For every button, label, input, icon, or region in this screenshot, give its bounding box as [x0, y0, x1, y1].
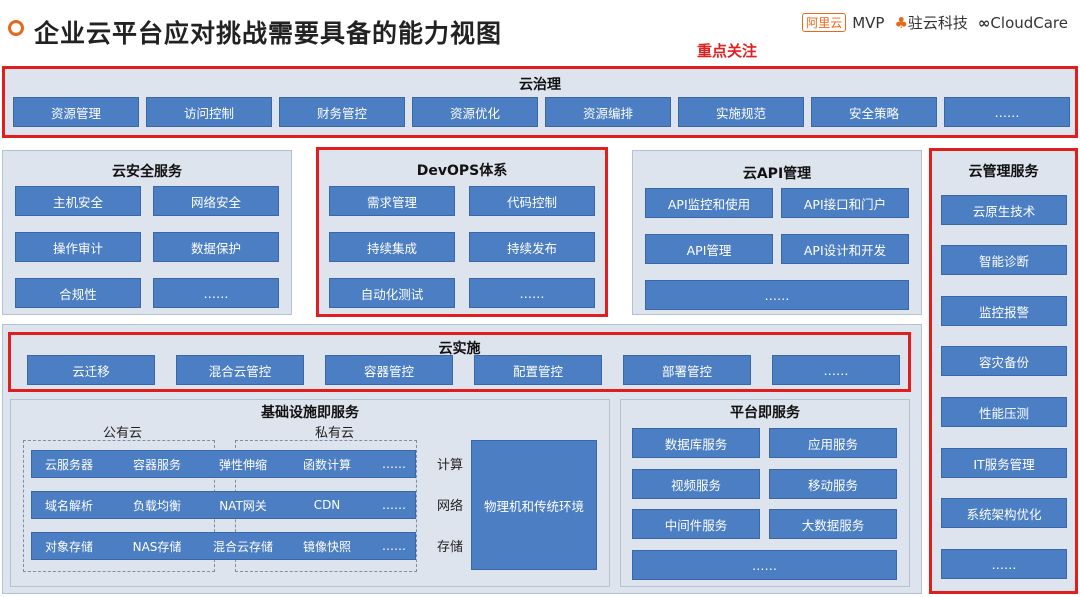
- iaas-item[interactable]: CDN: [282, 492, 372, 518]
- paas-item[interactable]: 大数据服务: [769, 509, 897, 539]
- compute-row: 云服务器 容器服务 弹性伸缩 函数计算 ……: [31, 450, 416, 478]
- api-title: 云API管理: [742, 166, 812, 182]
- devops-item[interactable]: 需求管理: [329, 186, 455, 216]
- title-bullet-icon: [8, 20, 24, 36]
- devops-panel: DevOPS体系 需求管理 代码控制 持续集成 持续发布 自动化测试 ……: [316, 147, 608, 317]
- security-item[interactable]: 操作审计: [15, 232, 141, 262]
- api-item[interactable]: API接口和门户: [781, 188, 909, 218]
- devops-item[interactable]: 持续发布: [469, 232, 595, 262]
- implementation-item[interactable]: ……: [772, 355, 900, 385]
- iaas-item[interactable]: NAS存储: [112, 533, 202, 559]
- management-title: 云管理服务: [968, 164, 1039, 180]
- public-cloud-label: 公有云: [103, 426, 143, 441]
- implementation-item[interactable]: 混合云管控: [176, 355, 304, 385]
- iaas-item[interactable]: 容器服务: [112, 451, 202, 477]
- api-item[interactable]: API设计和开发: [781, 234, 909, 264]
- iaas-item[interactable]: 混合云存储: [204, 533, 282, 559]
- implementation-item[interactable]: 配置管控: [474, 355, 602, 385]
- iaas-item[interactable]: 镜像快照: [282, 533, 372, 559]
- iaas-item[interactable]: 域名解析: [34, 492, 104, 518]
- governance-item[interactable]: 财务管控: [279, 97, 405, 127]
- iaas-item[interactable]: 对象存储: [34, 533, 104, 559]
- api-item[interactable]: API监控和使用: [645, 188, 773, 218]
- security-panel: 云安全服务 主机安全 网络安全 操作审计 数据保护 合规性 ……: [2, 150, 292, 315]
- security-item[interactable]: ……: [153, 278, 279, 308]
- paas-item[interactable]: 视频服务: [632, 469, 760, 499]
- storage-row: 对象存储 NAS存储 混合云存储 镜像快照 ……: [31, 532, 416, 560]
- implementation-panel: 云实施 云迁移 混合云管控 容器管控 配置管控 部署管控 ……: [8, 332, 911, 392]
- management-item[interactable]: 监控报警: [941, 296, 1067, 326]
- zhuyun-text: 驻云科技: [907, 14, 968, 32]
- paas-panel: 平台即服务 数据库服务 应用服务 视频服务 移动服务 中间件服务 大数据服务 ……: [620, 399, 910, 587]
- management-panel: 云管理服务 云原生技术 智能诊断 监控报警 容灾备份 性能压测 IT服务管理 系…: [929, 148, 1078, 594]
- compute-label: 计算: [437, 458, 464, 473]
- security-item[interactable]: 合规性: [15, 278, 141, 308]
- implementation-item[interactable]: 容器管控: [325, 355, 453, 385]
- page-title: 企业云平台应对挑战需要具备的能力视图: [34, 19, 503, 48]
- governance-title: 云治理: [519, 77, 561, 93]
- devops-item[interactable]: 自动化测试: [329, 278, 455, 308]
- aliyun-logo: 阿里云: [802, 13, 847, 32]
- network-label: 网络: [437, 499, 464, 514]
- governance-item[interactable]: ……: [944, 97, 1070, 127]
- governance-item[interactable]: 实施规范: [678, 97, 804, 127]
- iaas-item[interactable]: 负载均衡: [112, 492, 202, 518]
- devops-item[interactable]: ……: [469, 278, 595, 308]
- mvp-label: MVP: [852, 13, 885, 32]
- iaas-item[interactable]: ……: [374, 451, 414, 477]
- management-item[interactable]: 云原生技术: [941, 195, 1067, 225]
- paas-item[interactable]: 移动服务: [769, 469, 897, 499]
- api-item[interactable]: API管理: [645, 234, 773, 264]
- management-item[interactable]: ……: [941, 549, 1067, 579]
- security-title: 云安全服务: [112, 164, 182, 180]
- iaas-item[interactable]: ……: [374, 533, 414, 559]
- paas-item[interactable]: 中间件服务: [632, 509, 760, 539]
- iaas-panel: 基础设施即服务 公有云 私有云 云服务器 容器服务 弹性伸缩 函数计算 …… 域…: [10, 399, 610, 587]
- network-row: 域名解析 负载均衡 NAT网关 CDN ……: [31, 491, 416, 519]
- management-item[interactable]: IT服务管理: [941, 448, 1067, 478]
- storage-label: 存储: [437, 540, 464, 555]
- implementation-item[interactable]: 部署管控: [623, 355, 751, 385]
- governance-item[interactable]: 资源编排: [545, 97, 671, 127]
- cloudcare-logo: ∞CloudCare: [978, 14, 1068, 32]
- governance-item[interactable]: 安全策略: [811, 97, 937, 127]
- devops-title: DevOPS体系: [416, 163, 508, 179]
- governance-item[interactable]: 资源优化: [412, 97, 538, 127]
- zhuyun-icon: ♣: [894, 14, 908, 32]
- paas-item[interactable]: 数据库服务: [632, 428, 760, 458]
- paas-item[interactable]: ……: [632, 550, 897, 580]
- iaas-title: 基础设施即服务: [261, 405, 359, 421]
- iaas-item[interactable]: 弹性伸缩: [204, 451, 282, 477]
- iaas-item[interactable]: NAT网关: [204, 492, 282, 518]
- implementation-item[interactable]: 云迁移: [27, 355, 155, 385]
- cloudcare-text: CloudCare: [990, 13, 1068, 32]
- paas-item[interactable]: 应用服务: [769, 428, 897, 458]
- api-item[interactable]: ……: [645, 280, 909, 310]
- cloudcare-icon: ∞: [977, 13, 991, 32]
- zhuyun-logo: ♣驻云科技: [894, 12, 967, 33]
- paas-title: 平台即服务: [730, 405, 800, 421]
- management-item[interactable]: 智能诊断: [941, 245, 1067, 275]
- physical-environment[interactable]: 物理机和传统环境: [471, 440, 597, 570]
- governance-item[interactable]: 访问控制: [146, 97, 272, 127]
- private-cloud-label: 私有云: [315, 426, 355, 441]
- iaas-item[interactable]: 云服务器: [34, 451, 104, 477]
- iaas-item[interactable]: 函数计算: [282, 451, 372, 477]
- devops-item[interactable]: 代码控制: [469, 186, 595, 216]
- security-item[interactable]: 数据保护: [153, 232, 279, 262]
- focus-label: 重点关注: [697, 42, 758, 60]
- api-panel: 云API管理 API监控和使用 API接口和门户 API管理 API设计和开发 …: [632, 150, 922, 315]
- management-item[interactable]: 性能压测: [941, 397, 1067, 427]
- partner-logos: 阿里云 MVP ♣驻云科技 ∞CloudCare: [802, 12, 1068, 33]
- governance-panel: 云治理 资源管理 访问控制 财务管控 资源优化 资源编排 实施规范 安全策略 ……: [2, 66, 1078, 138]
- security-item[interactable]: 主机安全: [15, 186, 141, 216]
- security-item[interactable]: 网络安全: [153, 186, 279, 216]
- management-item[interactable]: 系统架构优化: [941, 498, 1067, 528]
- governance-item[interactable]: 资源管理: [13, 97, 139, 127]
- devops-item[interactable]: 持续集成: [329, 232, 455, 262]
- iaas-item[interactable]: ……: [374, 492, 414, 518]
- management-item[interactable]: 容灾备份: [941, 346, 1067, 376]
